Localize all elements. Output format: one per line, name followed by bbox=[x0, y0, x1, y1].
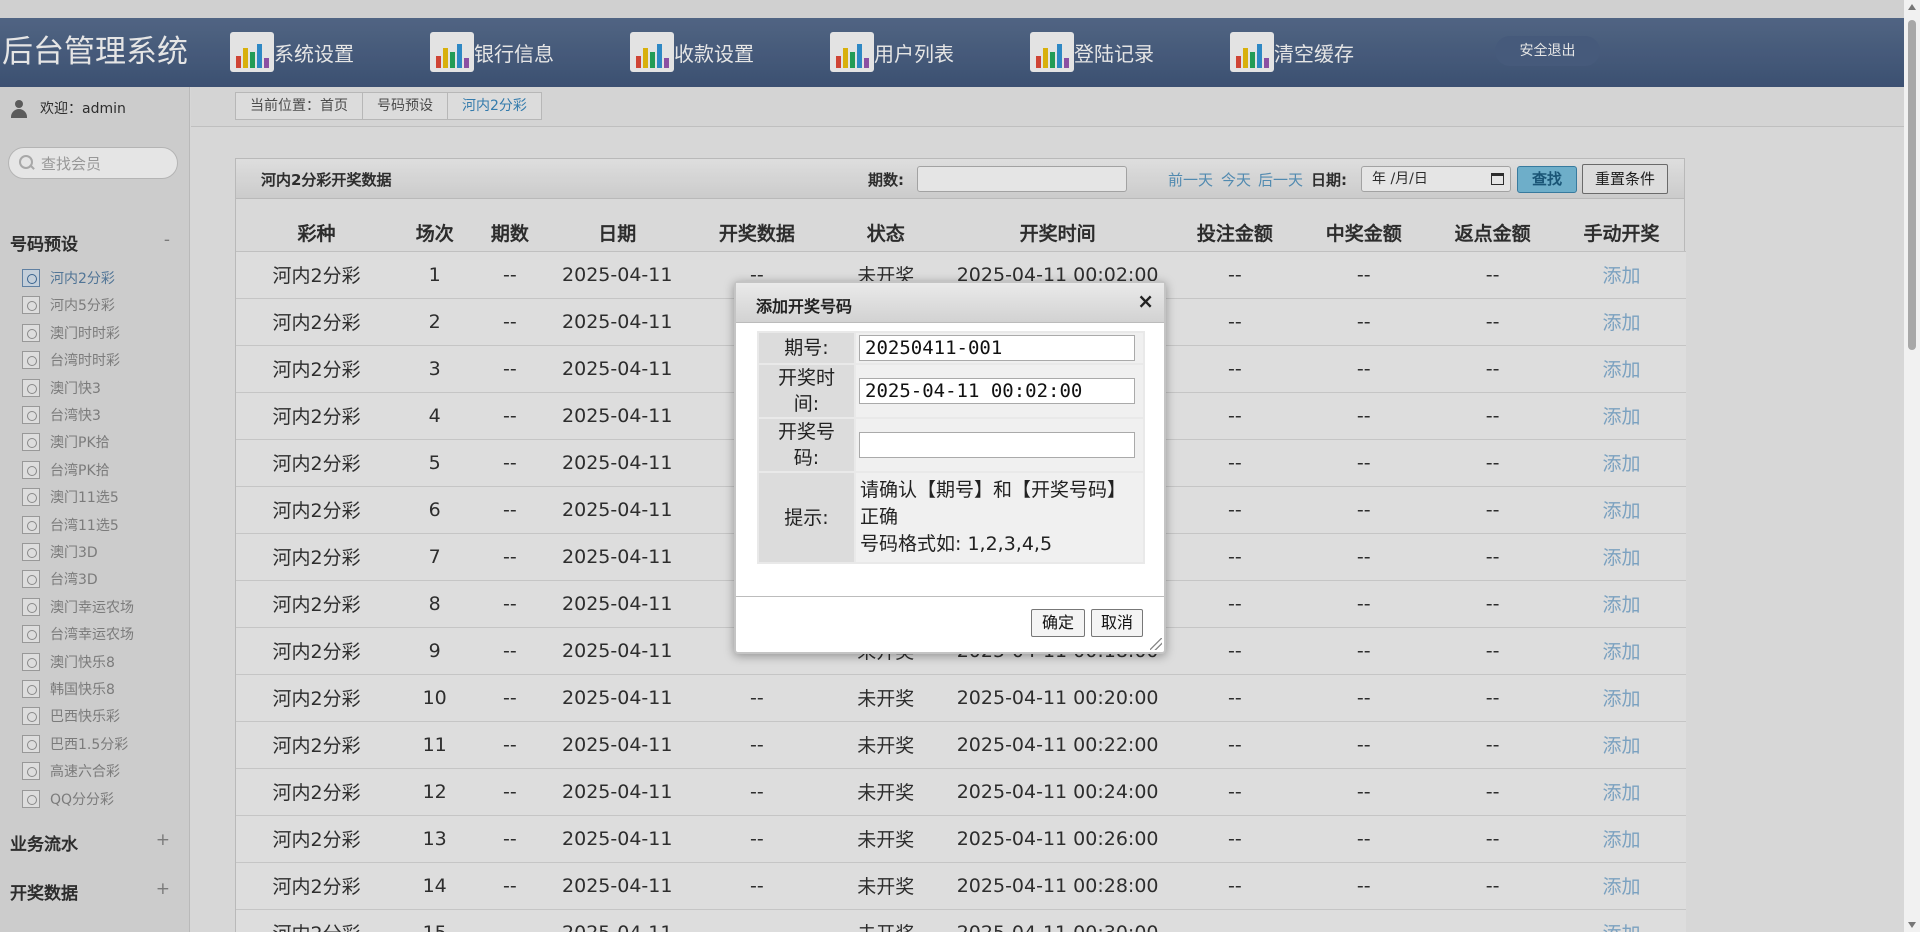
form-row-number: 开奖号码: bbox=[759, 419, 1143, 471]
draw-number-field[interactable] bbox=[859, 432, 1135, 458]
draw-number-label: 开奖号码: bbox=[759, 419, 854, 471]
tip-line: 号码格式如: 1,2,3,4,5 bbox=[860, 533, 1053, 555]
form-cell bbox=[856, 419, 1143, 471]
cancel-button[interactable]: 取消 bbox=[1091, 609, 1143, 637]
divider bbox=[736, 596, 1164, 597]
tip-text: 请确认【期号】和【开奖号码】正确 号码格式如: 1,2,3,4,5 bbox=[856, 473, 1143, 562]
dialog-title: 添加开奖号码 bbox=[756, 297, 853, 316]
scroll-down-icon[interactable] bbox=[1908, 922, 1916, 928]
add-draw-number-dialog: 添加开奖号码 × 期号: 20250411-001 开奖时间: 2025-04-… bbox=[734, 281, 1166, 654]
draw-time-label: 开奖时间: bbox=[759, 365, 854, 417]
dialog-titlebar[interactable]: 添加开奖号码 × bbox=[736, 283, 1164, 323]
confirm-button[interactable]: 确定 bbox=[1031, 609, 1085, 637]
form-row-tip: 提示: 请确认【期号】和【开奖号码】正确 号码格式如: 1,2,3,4,5 bbox=[759, 473, 1143, 562]
close-icon[interactable]: × bbox=[1137, 289, 1154, 313]
period-label: 期号: bbox=[759, 333, 854, 363]
draw-time-field[interactable]: 2025-04-11 00:02:00 bbox=[859, 378, 1135, 404]
form-row-period: 期号: 20250411-001 bbox=[759, 333, 1143, 363]
scroll-up-icon[interactable] bbox=[1908, 4, 1916, 10]
form-cell: 2025-04-11 00:02:00 bbox=[856, 365, 1143, 417]
tip-line: 请确认【期号】和【开奖号码】正确 bbox=[860, 479, 1127, 528]
tip-label: 提示: bbox=[759, 473, 854, 562]
dialog-form: 期号: 20250411-001 开奖时间: 2025-04-11 00:02:… bbox=[757, 331, 1145, 564]
resize-grip-icon[interactable] bbox=[1150, 638, 1162, 650]
vertical-scrollbar[interactable] bbox=[1904, 0, 1920, 932]
period-field[interactable]: 20250411-001 bbox=[859, 335, 1135, 361]
form-row-time: 开奖时间: 2025-04-11 00:02:00 bbox=[759, 365, 1143, 417]
scrollbar-thumb[interactable] bbox=[1908, 20, 1916, 350]
form-cell: 20250411-001 bbox=[856, 333, 1143, 363]
